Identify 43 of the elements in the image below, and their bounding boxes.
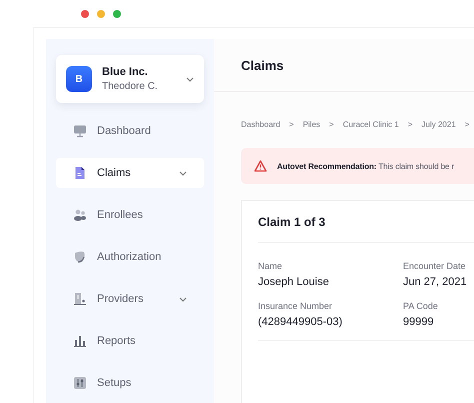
nav-item[interactable]: Enrollees bbox=[56, 200, 204, 230]
sliders-icon bbox=[73, 376, 87, 390]
breadcrumb-link[interactable]: July 2021 bbox=[422, 120, 456, 128]
shield-icon bbox=[73, 250, 87, 264]
breadcrumb-link[interactable]: Piles bbox=[302, 120, 320, 128]
field-label: PA Code bbox=[403, 301, 439, 311]
user-name: Theodore C. bbox=[102, 81, 159, 92]
field-value: Jun 27, 2021 bbox=[403, 276, 468, 288]
warning-icon bbox=[254, 160, 267, 172]
bar-chart-icon bbox=[73, 334, 87, 348]
nav-item[interactable]: Providers bbox=[56, 284, 204, 314]
workspace-switcher[interactable]: B Blue Inc. Theodore C. bbox=[56, 55, 204, 103]
field-label: Name bbox=[258, 261, 284, 271]
monitor-icon bbox=[73, 124, 87, 138]
workspace-avatar: B bbox=[66, 66, 92, 92]
nav-item[interactable]: Reports bbox=[56, 326, 204, 356]
field-label: Insurance Number bbox=[258, 301, 334, 311]
breadcrumb-separator: > bbox=[408, 120, 413, 128]
breadcrumb-link[interactable]: Curacel Clinic 1 bbox=[342, 120, 399, 128]
card-title: Claim 1 of 3 bbox=[258, 201, 474, 243]
people-icon bbox=[73, 208, 87, 222]
nav-item[interactable]: Authorization bbox=[56, 242, 204, 272]
page-title: Claims bbox=[241, 58, 284, 72]
nav-item[interactable]: Setups bbox=[56, 368, 204, 398]
field-value: 99999 bbox=[403, 316, 435, 328]
window-control-button[interactable] bbox=[81, 10, 89, 18]
field-label: Encounter Date bbox=[403, 261, 467, 271]
workspace-name: Blue Inc. bbox=[102, 66, 149, 78]
breadcrumb-separator: > bbox=[329, 120, 334, 128]
nav-item[interactable]: Dashboard bbox=[56, 116, 204, 146]
document-icon bbox=[73, 166, 87, 180]
field-value: (4289449905-03) bbox=[258, 316, 344, 328]
building-icon bbox=[73, 292, 87, 306]
breadcrumb-separator: > bbox=[464, 120, 470, 128]
chevron-down-icon[interactable] bbox=[179, 170, 187, 176]
alert-message: Autovet Recommendation: This claim should be r bbox=[277, 162, 454, 170]
nav-item[interactable]: Claims bbox=[56, 158, 204, 188]
window-control-button[interactable] bbox=[113, 10, 121, 18]
chevron-down-icon[interactable] bbox=[179, 296, 187, 302]
breadcrumb-link[interactable]: Dashboard bbox=[241, 120, 280, 128]
field-value: Joseph Louise bbox=[258, 276, 330, 288]
breadcrumb-separator: > bbox=[289, 120, 294, 128]
chevron-down-icon[interactable] bbox=[186, 76, 194, 82]
